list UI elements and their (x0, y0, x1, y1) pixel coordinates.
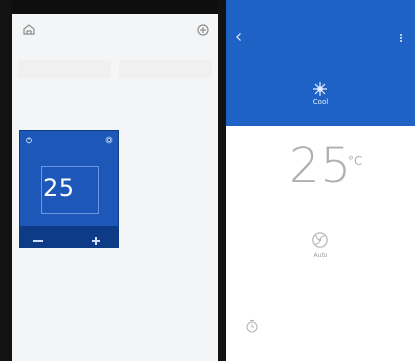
scene-button-1[interactable] (18, 60, 111, 78)
device-temperature: 25 (43, 174, 75, 202)
add-icon[interactable] (196, 23, 210, 37)
snowflake-icon[interactable] (312, 81, 328, 97)
left-phone-screen: 25 (12, 0, 218, 361)
target-temperature: 25 (288, 138, 353, 194)
status-bar (226, 0, 415, 14)
scene-button-2[interactable] (119, 60, 212, 78)
timer-icon[interactable] (244, 318, 260, 334)
device-card-ac[interactable]: 25 (19, 130, 119, 248)
status-bar (12, 0, 218, 14)
right-phone-screen: Cool 25 °C Auto (226, 0, 415, 361)
temperature-unit: °C (348, 154, 363, 168)
power-icon[interactable] (25, 136, 33, 144)
scene-buttons-row (18, 60, 212, 78)
temperature-down-button[interactable] (33, 240, 43, 242)
more-icon[interactable] (395, 32, 407, 44)
back-icon[interactable] (234, 32, 244, 42)
device-controls (19, 226, 119, 248)
fan-mode-label: Auto (313, 252, 328, 259)
top-bar (12, 14, 218, 54)
mode-label: Cool (312, 98, 329, 106)
gear-icon[interactable] (105, 136, 113, 144)
temperature-readout: 25 °C (226, 138, 415, 194)
home-icon[interactable] (22, 22, 36, 36)
fan-icon[interactable] (310, 230, 330, 250)
temperature-up-button-bar (92, 240, 100, 242)
control-header: Cool (226, 14, 415, 126)
